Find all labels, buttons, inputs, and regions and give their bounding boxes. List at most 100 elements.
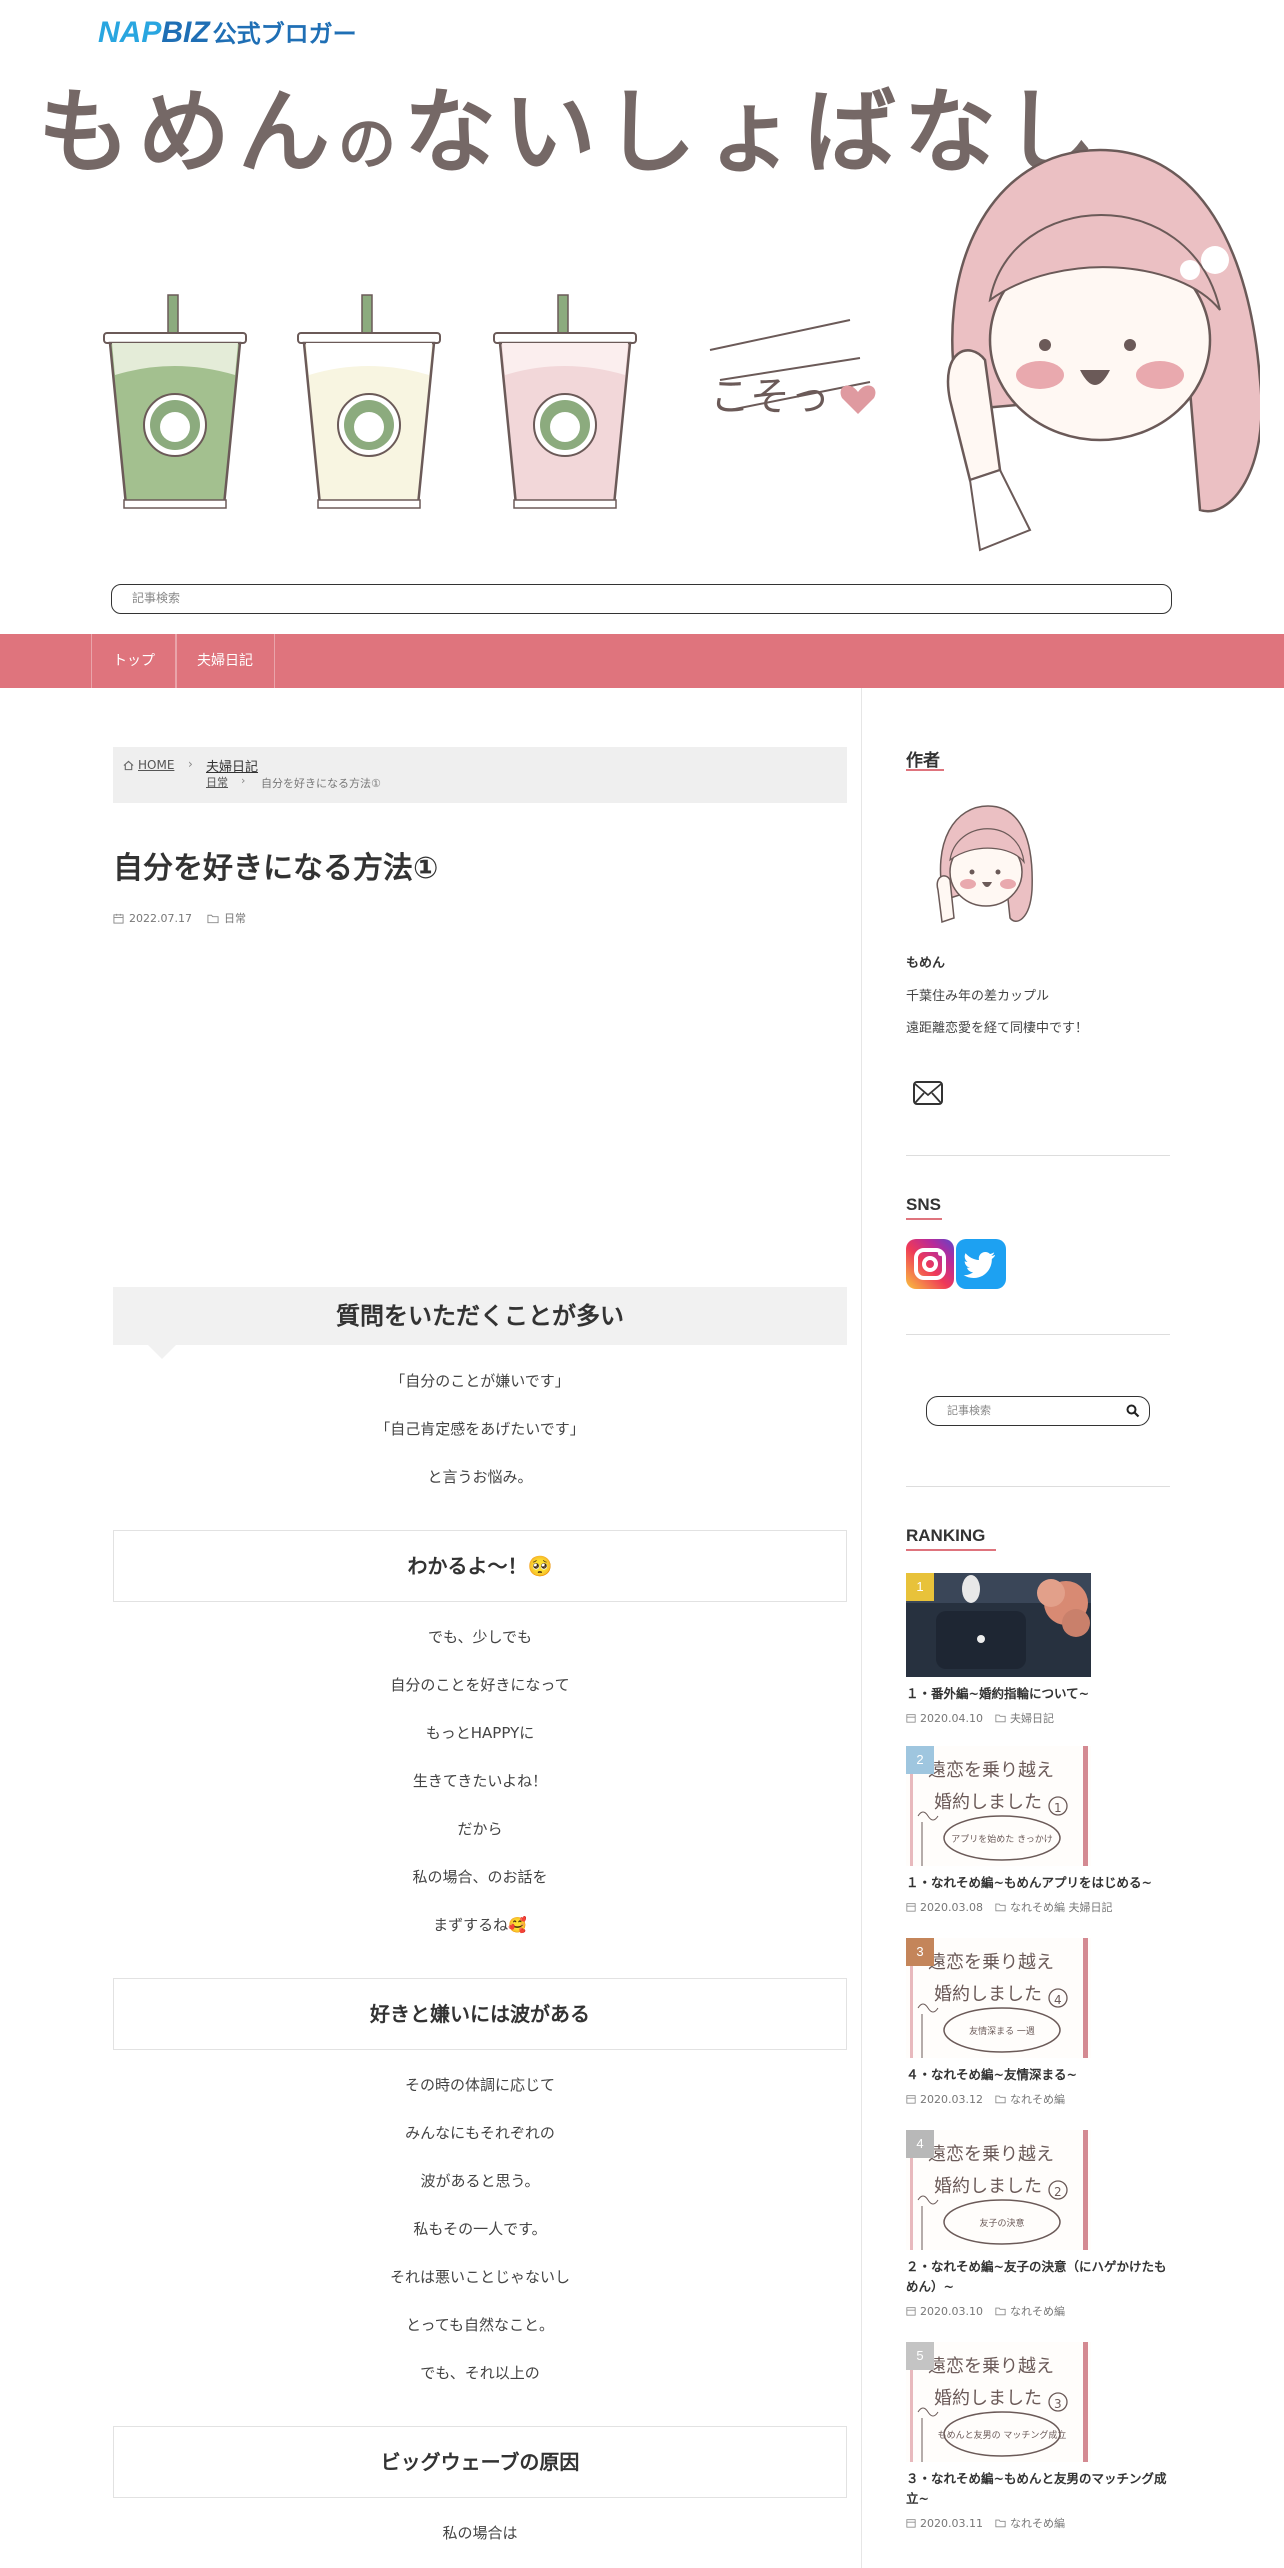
paragraph: 「自分のことが嫌いです」 [390,1372,570,1390]
napbiz-logo[interactable]: NAP BIZ 公式ブロガー [98,14,357,49]
ranking-item-title[interactable]: ２・なれそめ編~友子の決意（にハゲかけたもめん）~ [906,2257,1170,2297]
instagram-icon[interactable] [906,1239,954,1289]
ranking-item-date: 2020.04.10 [920,1711,983,1725]
thumbnail-title-line: 遠恋を乗り越え [928,2355,1054,2377]
breadcrumb-subcategory[interactable]: 日常 [206,774,228,790]
paragraph: 自分のことを好きになって [390,1676,570,1694]
header-search-input[interactable]: 記事検索 [111,584,1172,614]
author-bio-line: 千葉住み年の差カップル [906,989,1050,1004]
thumbnail-subtitle: アプリを始めた きっかけ [951,1833,1053,1845]
folder-icon [995,2095,1006,2104]
paragraph: みんなにもそれぞれの [405,2124,555,2142]
ranking-number-badge: 5 [906,2342,934,2370]
pink-drink-cup [493,294,637,509]
folder-icon [995,2307,1006,2316]
ranking-item-title[interactable]: １・番外編~婚約指輪について~ [906,1684,1170,1704]
calendar-icon [906,2095,916,2104]
post-heading-h3: 好きと嫌いには波がある [113,1978,847,2050]
thumbnail-subtitle: 友子の決意 [979,2217,1024,2229]
header-illustration: こそっ [103,148,1260,552]
sidebar-heading-sns: SNS [906,1195,941,1214]
folder-icon [995,1903,1006,1912]
ranking-item-meta: 2020.03.12 なれそめ編 [906,2091,1065,2107]
ranking-thumbnail[interactable]: 遠恋を乗り越え 婚約しました 3 もめんと友男の マッチング成立 5 [906,2342,1091,2462]
ranking-item[interactable]: 遠恋を乗り越え 婚約しました 2 友子の決意 4 ２・なれそめ編~友子の決意（にハゲかけた… [906,2130,1170,2318]
whisper-text: こそっ [710,374,830,420]
ranking-item-title[interactable]: ４・なれそめ編~友情深まる~ [906,2065,1170,2085]
ranking-number-badge: 1 [906,1573,934,1601]
ranking-item[interactable]: 遠恋を乗り越え 婚約しました 4 友情深まる 一週 3 ４・なれそめ編~友情深まる~ 202… [906,1938,1170,2108]
thumbnail-subtitle: もめんと友男の マッチング成立 [938,2429,1067,2441]
post-heading-h3: ビッグウェーブの原因 [113,2426,847,2498]
paragraph: まずするね🥰 [433,1916,527,1934]
ranking-thumbnail[interactable]: 遠恋を乗り越え 婚約しました 1 アプリを始めた きっかけ 2 [906,1746,1091,1866]
ranking-item-category[interactable]: なれそめ編 [1010,2303,1065,2319]
paragraph: だから [457,1820,503,1838]
breadcrumb-home-label: HOME [138,758,175,772]
breadcrumb-category[interactable]: 夫婦日記 [206,756,258,775]
paragraph: 私もその一人です。 [413,2220,547,2238]
thumbnail-subtitle: 友情深まる 一週 [969,2025,1035,2037]
paragraph: それは悪いことじゃないし [389,2268,570,2286]
ranking-thumbnail[interactable]: 遠恋を乗り越え 婚約しました 2 友子の決意 4 [906,2130,1091,2250]
column-divider [861,688,862,2568]
paragraph: 「自己肯定感をあげたいです」 [375,1420,585,1438]
ranking-number-badge: 4 [906,2130,934,2158]
ranking-item-date: 2020.03.10 [920,2304,983,2318]
twitter-icon[interactable] [956,1239,1006,1289]
paragraph: でも、それ以上の [420,2364,540,2382]
nav-item-top[interactable]: トップ [91,634,177,688]
ranking-item-title[interactable]: １・なれそめ編~もめんアプリをはじめる~ [906,1873,1170,1893]
sidebar-divider [906,1334,1170,1335]
ranking-item[interactable]: 1 １・番外編~婚約指輪について~ 2020.04.10 夫婦日記 [906,1573,1170,1743]
paragraph: 波があると思う。 [420,2172,540,2190]
folder-icon [207,914,219,923]
ranking-item-category[interactable]: 夫婦日記 [1010,1710,1054,1726]
ranking-item-category[interactable]: なれそめ編 [1010,2515,1065,2531]
ranking-number-badge: 3 [906,1938,934,1966]
ranking-item-category[interactable]: なれそめ編 夫婦日記 [1010,1899,1113,1915]
search-icon[interactable] [1126,1404,1140,1418]
paragraph: もっとHAPPYに [425,1724,535,1742]
ranking-item[interactable]: 遠恋を乗り越え 婚約しました 3 もめんと友男の マッチング成立 5 ３・なれそめ編~もめ… [906,2342,1170,2530]
paragraph: 私の場合、のお話を [412,1868,548,1886]
ranking-item-title[interactable]: ３・なれそめ編~もめんと友男のマッチング成立~ [906,2469,1170,2509]
sidebar-search-placeholder: 記事検索 [947,1404,991,1417]
ranking-thumbnail[interactable]: 遠恋を乗り越え 婚約しました 4 友情深まる 一週 3 [906,1938,1091,2058]
napbiz-logo-nap: NAP [98,16,162,49]
ranking-item-category[interactable]: なれそめ編 [1010,2091,1065,2107]
main-nav: トップ 夫婦日記 [0,634,1284,688]
paragraph: 生きてきたいよね！ [412,1772,548,1790]
chevron-right-icon: › [241,774,246,787]
ranking-number-badge: 2 [906,1746,934,1774]
sidebar-divider [906,1486,1170,1487]
post-meta: 2022.07.17 日常 [113,910,246,926]
nav-item-fuufu-nikki[interactable]: 夫婦日記 [175,634,275,688]
breadcrumb: HOME › 夫婦日記 日常 › 自分を好きになる方法① [113,747,847,803]
author-avatar[interactable] [926,800,1036,930]
post-category[interactable]: 日常 [224,910,246,926]
thumbnail-title-line: 遠恋を乗り越え [928,1759,1054,1781]
paragraph: その時の体調に応じて [404,2076,555,2094]
ranking-thumbnail[interactable]: 1 [906,1573,1091,1677]
calendar-icon [906,2519,916,2528]
folder-icon [995,2519,1006,2528]
heading-pointer [148,1345,176,1359]
sidebar-search-input[interactable]: 記事検索 [926,1396,1150,1426]
ranking-item-date: 2020.03.12 [920,2092,983,2106]
thumbnail-episode-number: 3 [1054,2397,1062,2411]
thumbnail-title-line: 遠恋を乗り越え [928,1951,1054,1973]
post-date: 2022.07.17 [129,911,192,925]
thumbnail-episode-number: 2 [1054,2185,1062,2199]
ranking-item[interactable]: 遠恋を乗り越え 婚約しました 1 アプリを始めた きっかけ 2 １・なれそめ編~もめんアプ… [906,1746,1170,1916]
thumbnail-episode-number: 1 [1054,1801,1062,1815]
mail-icon[interactable] [912,1080,944,1106]
breadcrumb-current: 自分を好きになる方法① [261,777,381,790]
home-icon [123,760,134,770]
post-heading-h3: わかるよ〜！🥺 [113,1530,847,1602]
sidebar-heading-ranking: RANKING [906,1526,986,1545]
ranking-item-meta: 2020.03.08 なれそめ編 夫婦日記 [906,1899,1112,1915]
breadcrumb-home[interactable]: HOME [123,758,174,772]
ranking-item-date: 2020.03.08 [920,1900,983,1914]
girl-illustration [946,148,1260,552]
